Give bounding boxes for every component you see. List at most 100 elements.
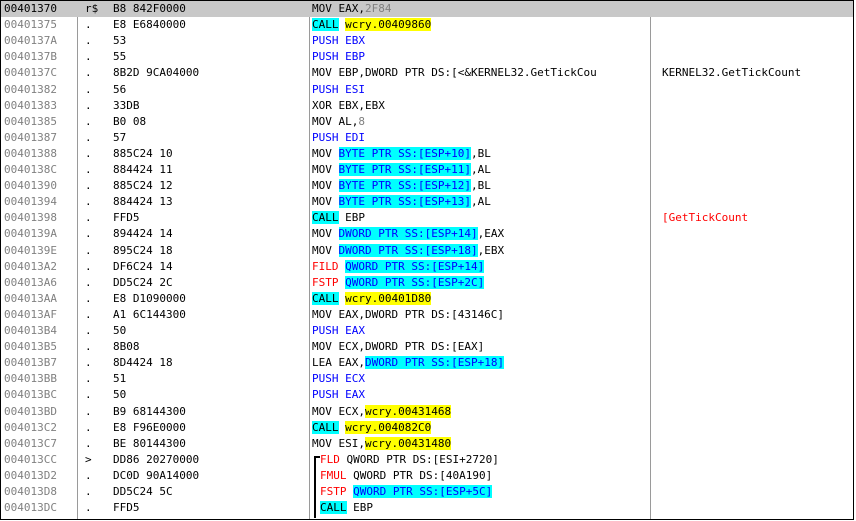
disassembly-pane[interactable]: 00401370 r$ B8 842F0000 MOV EAX,2F84 0040137… <box>0 0 854 520</box>
address-cell: 0040137A <box>4 34 57 48</box>
code-row[interactable]: 0040138C. 884424 11 MOV BYTE PTR SS:[ESP+1… <box>1 162 853 178</box>
instruction-token: wcry.004082C0 <box>345 420 432 434</box>
instruction-token: PUSH EBP <box>312 50 365 64</box>
instruction-token: BYTE PTR SS:[ESP+13] <box>338 195 471 209</box>
code-row[interactable]: 004013AF. A1 6C144300 MOV EAX,DWORD PTR DS… <box>1 307 853 323</box>
address-cell: 00401370 <box>4 2 57 15</box>
code-row[interactable]: 004013D8. DD5C24 5C FSTP QWORD PTR SS:[ESP… <box>1 484 853 500</box>
address-cell: 004013AF <box>4 307 57 321</box>
instruction-token: FMUL <box>320 468 347 482</box>
instruction-token: PUSH EAX <box>312 388 365 402</box>
instruction-token: PUSH EAX <box>312 324 365 337</box>
code-row[interactable]: 004013CC > DD86 20270000 FLD QWORD PTR DS:[… <box>1 452 853 468</box>
code-row[interactable]: 004013BC. 50 PUSH EAX <box>1 387 853 403</box>
disassembly-cell: MOV EAX,2F84 <box>312 1 649 17</box>
hex-bytes-cell: 8D4424 18 <box>113 356 173 370</box>
code-row[interactable]: 004013D2. DC0D 90A14000 FMUL QWORD PTR DS:… <box>1 468 853 484</box>
code-row[interactable]: 00401398. FFD5 CALL EBP [GetTickCount <box>1 210 853 226</box>
instruction-token: MOV EBP,DWORD PTR DS:[<&KERNEL32.GetTick… <box>312 66 597 80</box>
instruction-token: QWORD PTR SS:[ESP+2C] <box>345 275 485 289</box>
disassembly-cell: CALL wcry.004082C0 <box>312 420 649 436</box>
code-row[interactable]: 00401385. B0 08 MOV AL,8 <box>1 114 853 130</box>
flow-marker: . <box>85 388 92 402</box>
disassembly-cell: FLD QWORD PTR DS:[ESI+2720] <box>312 452 657 468</box>
code-row[interactable]: 004013AA. E8 D1090000 CALL wcry.00401D80 <box>1 291 853 307</box>
code-row[interactable]: 0040139A. 894424 14 MOV DWORD PTR SS:[ESP+… <box>1 226 853 242</box>
code-row[interactable]: 0040139E. 895C24 18 MOV DWORD PTR SS:[ESP+… <box>1 243 853 259</box>
disassembly-cell: MOV EBP,DWORD PTR DS:[<&KERNEL32.GetTick… <box>312 65 649 81</box>
flow-marker: . <box>85 130 92 144</box>
hex-bytes-cell: DD5C24 5C <box>113 485 173 498</box>
code-row[interactable]: 00401383. 33DB XOR EBX,EBX <box>1 98 853 114</box>
flow-marker: . <box>85 356 92 370</box>
address-cell: 004013BC <box>4 388 57 402</box>
hex-bytes-cell: A1 6C144300 <box>113 307 186 321</box>
code-row[interactable]: 00401387. 57 PUSH EDI <box>1 130 853 146</box>
flow-marker: . <box>85 66 92 80</box>
flow-marker: . <box>85 340 92 354</box>
code-row[interactable]: 00401390. 885C24 12 MOV BYTE PTR SS:[ESP+1… <box>1 178 853 194</box>
hex-bytes-cell: 8B2D 9CA04000 <box>113 66 200 80</box>
address-cell: 00401394 <box>4 195 57 209</box>
code-row[interactable]: 004013C2. E8 F96E0000 CALL wcry.004082C0 <box>1 420 853 436</box>
flow-marker: . <box>85 243 92 257</box>
instruction-token: PUSH EDI <box>312 130 365 144</box>
code-row[interactable]: 00401388. 885C24 10 MOV BYTE PTR SS:[ESP+1… <box>1 146 853 162</box>
instruction-token: ,EBX <box>477 243 505 257</box>
hex-bytes-cell: 56 <box>113 82 127 96</box>
code-row[interactable]: 004013BB. 51 PUSH ECX <box>1 371 853 387</box>
flow-marker: . <box>85 404 92 418</box>
hex-bytes-cell: FFD5 <box>113 501 140 515</box>
code-row[interactable]: 004013B7. 8D4424 18 LEA EAX,DWORD PTR SS:[… <box>1 355 853 371</box>
code-row[interactable]: 004013DC. FFD5 CALL EBP <box>1 500 853 516</box>
code-row[interactable]: 00401382. 56 PUSH ESI <box>1 82 853 98</box>
code-row[interactable]: 004013C7. BE 80144300 MOV ESI,wcry.0043148… <box>1 436 853 452</box>
code-row[interactable]: 00401394. 884424 13 MOV BYTE PTR SS:[ESP+1… <box>1 194 853 210</box>
hex-bytes-cell: 55 <box>113 50 127 64</box>
disassembly-cell: MOV DWORD PTR SS:[ESP+14],EAX <box>312 226 649 242</box>
disassembly-cell: FSTP QWORD PTR SS:[ESP+2C] <box>312 275 649 291</box>
code-row[interactable]: 0040137A. 53 PUSH EBX <box>1 33 853 49</box>
hex-bytes-cell: E8 E6840000 <box>113 18 186 32</box>
code-row[interactable]: 004013BD. B9 68144300 MOV ECX,wcry.0043146… <box>1 404 853 420</box>
code-row[interactable]: 0040137B. 55 PUSH EBP <box>1 49 853 65</box>
instruction-token: wcry.00431468 <box>364 404 452 418</box>
flow-marker: . <box>85 195 92 209</box>
hex-bytes-cell: DD86 20270000 <box>113 452 200 466</box>
instruction-token: CALL <box>320 501 347 515</box>
hex-bytes-cell: 33DB <box>113 98 140 112</box>
instruction-token: BYTE PTR SS:[ESP+11] <box>338 163 471 176</box>
code-row[interactable]: 00401375. E8 E6840000 CALL wcry.00409860 <box>1 17 853 33</box>
code-row[interactable]: 004013A2. DF6C24 14 FILD QWORD PTR SS:[ESP… <box>1 259 853 275</box>
instruction-token: MOV <box>312 163 339 176</box>
disassembly-cell: MOV DWORD PTR SS:[ESP+18],EBX <box>312 243 649 259</box>
flow-marker: . <box>85 436 92 450</box>
code-row[interactable]: 004013B5. 8B08 MOV ECX,DWORD PTR DS:[EAX] <box>1 339 853 355</box>
address-cell: 004013B4 <box>4 324 57 337</box>
instruction-token: FLD <box>320 452 340 466</box>
code-row[interactable]: 004013A6. DD5C24 2C FSTP QWORD PTR SS:[ESP… <box>1 275 853 291</box>
hex-bytes-cell: E8 D1090000 <box>113 291 186 305</box>
disassembly-cell: FMUL QWORD PTR DS:[40A190] <box>312 468 657 484</box>
address-cell: 004013C2 <box>4 420 57 434</box>
instruction-token: BYTE PTR SS:[ESP+12] <box>338 179 471 193</box>
address-cell: 004013BD <box>4 404 57 418</box>
flow-marker: . <box>85 324 92 337</box>
address-cell: 004013B5 <box>4 340 57 354</box>
flow-marker: . <box>85 82 92 96</box>
disassembly-cell: MOV ECX,wcry.00431468 <box>312 404 649 420</box>
instruction-token: ,BL <box>470 179 491 193</box>
hex-bytes-cell: E8 F96E0000 <box>113 420 186 434</box>
instruction-token: QWORD PTR SS:[ESP+5C] <box>353 485 493 498</box>
hex-bytes-cell: 885C24 10 <box>113 146 173 160</box>
instruction-token: wcry.00431480 <box>364 436 452 450</box>
code-row[interactable]: 00401370 r$ B8 842F0000 MOV EAX,2F84 <box>1 1 853 18</box>
code-row[interactable]: 004013B4. 50 PUSH EAX <box>1 323 853 339</box>
address-cell: 0040139A <box>4 227 57 241</box>
code-row[interactable]: 0040137C. 8B2D 9CA04000 MOV EBP,DWORD PTR … <box>1 65 853 81</box>
instruction-token: CALL <box>312 291 339 305</box>
flow-marker: . <box>85 227 92 241</box>
flow-marker: . <box>85 50 92 64</box>
instruction-token: DWORD PTR SS:[ESP+18] <box>338 243 478 257</box>
hex-bytes-cell: 57 <box>113 130 127 144</box>
